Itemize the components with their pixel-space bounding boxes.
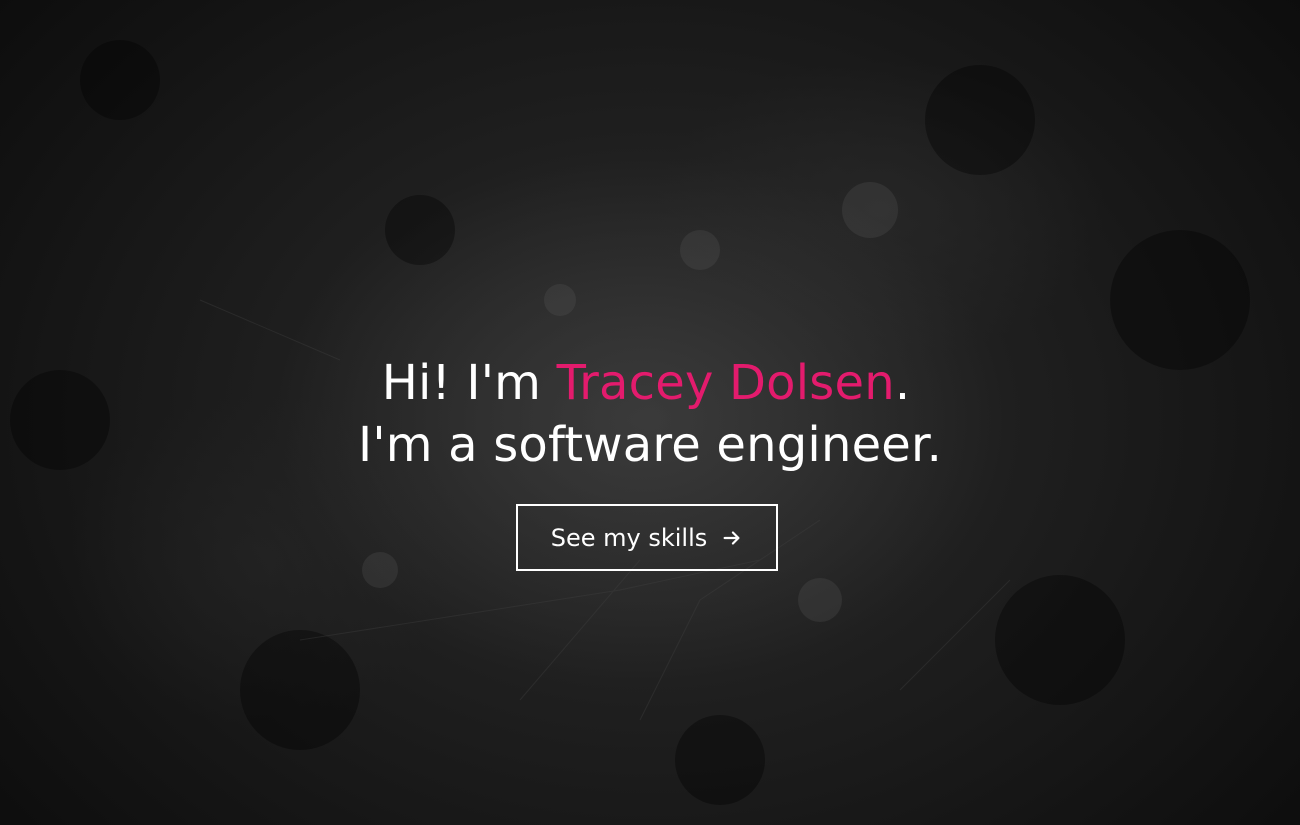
- greeting-line: Hi! I'm Tracey Dolsen.: [0, 352, 1300, 414]
- hero-section: Hi! I'm Tracey Dolsen. I'm a software en…: [0, 0, 1300, 825]
- name-highlight: Tracey Dolsen: [556, 355, 895, 411]
- tagline: I'm a software engineer.: [357, 417, 943, 473]
- greeting-text: Hi! I'm: [381, 355, 542, 411]
- hero-headline: Hi! I'm Tracey Dolsen. I'm a software en…: [0, 352, 1300, 476]
- arrow-right-icon: [723, 530, 740, 545]
- see-my-skills-label: See my skills: [550, 523, 708, 552]
- greeting-period: .: [894, 355, 911, 411]
- see-my-skills-button[interactable]: See my skills: [516, 504, 778, 571]
